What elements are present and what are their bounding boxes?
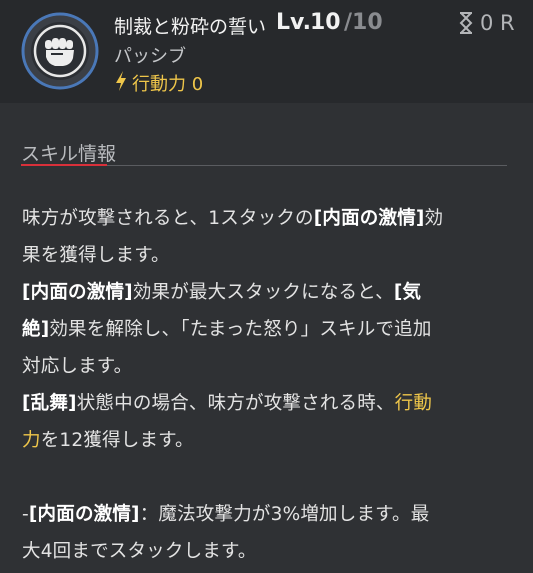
section-title: スキル情報 bbox=[21, 143, 117, 165]
keyword-action-points: 力 bbox=[22, 430, 41, 451]
level-label: Lv. bbox=[276, 10, 311, 35]
skill-name: 制裁と粉砕の誓い bbox=[114, 16, 267, 38]
desc-line: 対応します。 bbox=[22, 356, 133, 377]
cooldown-value: 0 R bbox=[480, 11, 515, 35]
hourglass-icon bbox=[459, 12, 473, 34]
desc-line: -[内面の激情]：魔法攻撃力が3%増加します。最 bbox=[22, 504, 430, 525]
desc-spacer bbox=[22, 459, 514, 496]
desc-line: 絶]効果を解除し、「たまった怒り」スキルで追加 bbox=[22, 319, 432, 340]
keyword-inner-passion: [内面の激情] bbox=[28, 504, 140, 525]
desc-line: 力を12獲得します。 bbox=[22, 430, 194, 451]
level-value: 10 bbox=[310, 10, 341, 35]
keyword-faint: 絶] bbox=[22, 319, 50, 340]
desc-line: 果を獲得します。 bbox=[22, 245, 170, 266]
desc-line: 味方が攻撃されると、1スタックの[内面の激情]効 bbox=[22, 208, 444, 229]
desc-line: 大4回までスタックします。 bbox=[22, 541, 257, 562]
skill-type: パッシブ bbox=[114, 46, 186, 67]
desc-line: [内面の激情]効果が最大スタックになると、[気 bbox=[22, 282, 422, 303]
lightning-icon bbox=[116, 71, 126, 91]
keyword-action-points: 行動 bbox=[394, 393, 433, 414]
keyword-frenzy: [乱舞] bbox=[22, 393, 77, 414]
level-max: /10 bbox=[344, 10, 383, 35]
skill-description: 味方が攻撃されると、1スタックの[内面の激情]効 果を獲得します。 [内面の激情… bbox=[22, 200, 514, 570]
section-divider-accent bbox=[21, 164, 107, 166]
keyword-inner-passion: [内面の激情] bbox=[22, 282, 133, 303]
keyword-faint: [気 bbox=[393, 282, 422, 303]
action-points: 行動力 0 bbox=[132, 74, 204, 95]
keyword-inner-passion: [内面の激情] bbox=[313, 208, 425, 229]
desc-line: [乱舞]状態中の場合、味方が攻撃される時、行動 bbox=[22, 393, 433, 414]
skill-header: 制裁と粉砕の誓い Lv. 10 /10 0 R パッシブ 行動力 0 bbox=[0, 0, 533, 103]
fist-icon bbox=[21, 12, 99, 90]
